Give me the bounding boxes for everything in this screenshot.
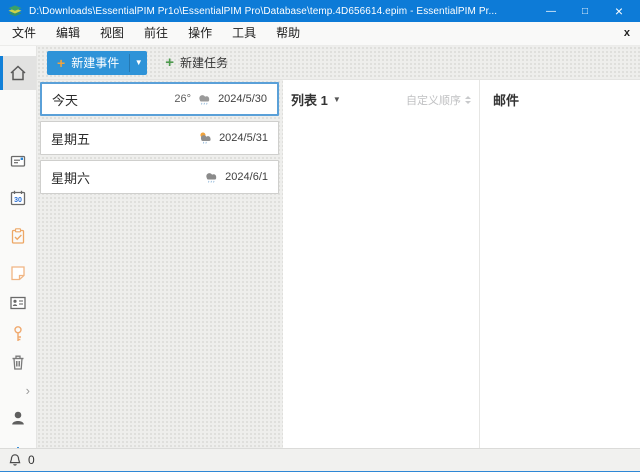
rain-cloud-icon	[196, 92, 213, 106]
sticky-note-icon	[8, 263, 28, 283]
toolbar: + 新建事件 ▼ + 新建任务	[37, 46, 640, 80]
sidebar: 30	[0, 46, 37, 448]
essentialpim-window: D:\Downloads\EssentialPIM Pr1o\Essential…	[0, 0, 640, 472]
menu-actions[interactable]: 操作	[180, 22, 220, 45]
note-card-icon	[8, 151, 28, 171]
notification-count: 0	[28, 453, 35, 467]
clipboard-check-icon	[8, 226, 28, 246]
menu-file[interactable]: 文件	[4, 22, 44, 45]
sidebar-expand-button[interactable]: ›	[0, 376, 36, 404]
close-database-button[interactable]: x	[624, 22, 630, 45]
date: 2024/5/30	[218, 93, 267, 105]
sun-rain-cloud-icon	[197, 131, 214, 145]
today-panel: 今天 26° 2024/5/30 星期五	[37, 80, 283, 448]
new-event-label: 新建事件	[71, 54, 119, 71]
sidebar-item-account[interactable]	[0, 404, 36, 432]
new-task-label: 新建任务	[180, 54, 228, 71]
menu-bar: 文件 编辑 视图 前往 操作 工具 帮助 x	[0, 22, 640, 46]
menu-edit[interactable]: 编辑	[48, 22, 88, 45]
close-button[interactable]: ×	[602, 0, 636, 22]
user-icon	[8, 408, 28, 428]
new-task-button[interactable]: + 新建任务	[165, 54, 228, 71]
sidebar-item-contacts[interactable]	[0, 289, 36, 317]
date: 2024/6/1	[225, 171, 268, 183]
day-label: 星期五	[51, 129, 197, 148]
status-bar: 0	[0, 448, 640, 472]
plus-icon: +	[57, 56, 65, 70]
sidebar-item-todo[interactable]	[0, 222, 36, 250]
day-row-today[interactable]: 今天 26° 2024/5/30	[40, 82, 279, 116]
sort-control[interactable]: 自定义顺序	[406, 92, 471, 108]
list-column: 列表 1 ▼ 自定义顺序	[283, 80, 480, 448]
sidebar-item-calendar[interactable]: 30	[0, 184, 36, 212]
bell-icon	[8, 453, 22, 468]
window-title: D:\Downloads\EssentialPIM Pr1o\Essential…	[29, 6, 534, 17]
temperature: 26°	[174, 93, 191, 105]
window-controls: — □ ×	[534, 0, 636, 22]
day-label: 今天	[52, 90, 174, 109]
menu-view[interactable]: 视图	[92, 22, 132, 45]
sidebar-item-today[interactable]	[0, 56, 36, 90]
day-meta: 2024/5/31	[197, 131, 268, 145]
day-row-saturday[interactable]: 星期六 2024/6/1	[40, 160, 279, 194]
day-label: 星期六	[51, 168, 203, 187]
rain-cloud-icon	[203, 170, 220, 184]
list-title-dropdown[interactable]: 列表 1	[291, 90, 328, 109]
chevron-right-icon: ›	[26, 384, 30, 397]
home-icon	[8, 63, 28, 83]
new-event-button[interactable]: + 新建事件 ▼	[47, 51, 147, 75]
app-logo-icon	[7, 4, 23, 18]
notifications-button[interactable]	[8, 453, 22, 468]
sort-order-label: 自定义顺序	[406, 92, 461, 108]
day-meta: 26° 2024/5/30	[174, 92, 267, 106]
contact-card-icon	[8, 293, 28, 313]
menu-tools[interactable]: 工具	[224, 22, 264, 45]
title-bar: D:\Downloads\EssentialPIM Pr1o\Essential…	[0, 0, 640, 22]
calendar-icon: 30	[8, 188, 28, 208]
plus-icon: +	[165, 55, 174, 70]
maximize-button[interactable]: □	[568, 0, 602, 22]
chevron-down-icon[interactable]: ▼	[333, 95, 341, 104]
sort-arrows-icon	[465, 96, 471, 104]
day-row-friday[interactable]: 星期五 2024/5/31	[40, 121, 279, 155]
sidebar-item-appointments[interactable]	[0, 147, 36, 175]
mail-column: 邮件	[481, 80, 640, 448]
svg-text:30: 30	[14, 197, 22, 204]
menu-go[interactable]: 前往	[136, 22, 176, 45]
date: 2024/5/31	[219, 132, 268, 144]
menu-help[interactable]: 帮助	[268, 22, 308, 45]
new-event-dropdown[interactable]: ▼	[130, 51, 147, 75]
spacer	[0, 330, 36, 358]
day-meta: 2024/6/1	[203, 170, 268, 184]
minimize-button[interactable]: —	[534, 0, 568, 22]
mail-title: 邮件	[481, 80, 640, 109]
new-event-main[interactable]: + 新建事件	[47, 51, 129, 75]
sidebar-item-notes[interactable]	[0, 259, 36, 287]
